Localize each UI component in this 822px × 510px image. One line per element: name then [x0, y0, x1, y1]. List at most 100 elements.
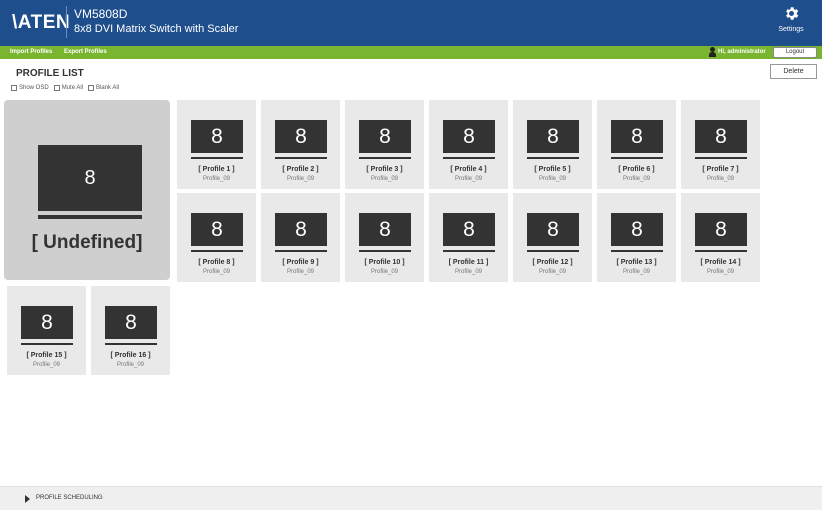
toolbar: Import Profiles Export Profiles Hi, admi…: [0, 46, 822, 59]
monitor-icon: 8: [527, 213, 579, 246]
monitor-number: 8: [631, 124, 643, 148]
monitor-stand: [191, 157, 243, 159]
profile-scheduling-label: PROFILE SCHEDULING: [36, 495, 103, 501]
monitor-number: 8: [715, 217, 727, 241]
mute-all-checkbox[interactable]: Mute All: [53, 85, 84, 91]
profile-name: [ Undefined]: [31, 232, 143, 253]
checkbox-box[interactable]: [88, 85, 95, 91]
monitor-number: 8: [547, 217, 559, 241]
profile-card-5[interactable]: 8 [ Profile 5 ] Profile_09: [513, 100, 592, 189]
profile-card-16[interactable]: 8 [ Profile 16 ] Profile_09: [91, 286, 170, 375]
monitor-stand: [527, 250, 579, 252]
profile-name: [ Profile 7 ]: [702, 166, 739, 173]
monitor-icon: 8: [191, 213, 243, 246]
monitor-number: 8: [715, 124, 727, 148]
page: \ATEN VM5808D 8x8 DVI Matrix Switch with…: [0, 0, 822, 510]
monitor-icon: 8: [359, 120, 411, 153]
aten-logo: \ATEN: [12, 12, 71, 33]
logout-button[interactable]: Logout: [773, 47, 817, 58]
profile-subtitle: Profile_09: [538, 269, 567, 275]
profile-name: [ Profile 13 ]: [616, 259, 657, 266]
monitor-stand: [21, 343, 73, 345]
profile-subtitle: Profile_09: [706, 269, 735, 275]
monitor-icon: 8: [275, 120, 327, 153]
profile-card-7[interactable]: 8 [ Profile 7 ] Profile_09: [681, 100, 760, 189]
profile-card-12[interactable]: 8 [ Profile 12 ] Profile_09: [513, 193, 592, 282]
checkbox-label: Mute All: [61, 85, 84, 91]
profile-card-3[interactable]: 8 [ Profile 3 ] Profile_09: [345, 100, 424, 189]
monitor-number: 8: [84, 166, 96, 189]
profile-name: [ Profile 9 ]: [282, 259, 319, 266]
monitor-stand: [359, 250, 411, 252]
profile-name: [ Profile 11 ]: [448, 259, 489, 266]
monitor-stand: [695, 157, 747, 159]
monitor-number: 8: [463, 217, 475, 241]
monitor-stand: [275, 250, 327, 252]
settings-label: Settings: [778, 26, 804, 33]
monitor-number: 8: [41, 310, 53, 334]
checkbox-box[interactable]: [53, 85, 60, 91]
profile-subtitle: Profile_09: [538, 176, 567, 182]
profile-name: [ Profile 12 ]: [532, 259, 573, 266]
user-greeting: Hi, administrator: [718, 49, 766, 55]
gear-icon: [785, 7, 798, 20]
monitor-icon: 8: [611, 120, 663, 153]
profile-card-1[interactable]: 8 [ Profile 1 ] Profile_09: [177, 100, 256, 189]
user-icon: [709, 47, 716, 57]
show-osd-checkbox[interactable]: Show OSD: [11, 85, 49, 91]
monitor-number: 8: [295, 124, 307, 148]
page-title: PROFILE LIST: [16, 68, 84, 79]
monitor-stand: [359, 157, 411, 159]
profile-name: [ Profile 1 ]: [198, 166, 235, 173]
settings-button[interactable]: Settings: [774, 5, 808, 33]
monitor-number: 8: [631, 217, 643, 241]
profile-card-14[interactable]: 8 [ Profile 14 ] Profile_09: [681, 193, 760, 282]
triangle-right-icon: [25, 495, 30, 503]
profile-card-13[interactable]: 8 [ Profile 13 ] Profile_09: [597, 193, 676, 282]
profile-name: [ Profile 16 ]: [110, 352, 151, 359]
monitor-number: 8: [295, 217, 307, 241]
monitor-stand: [443, 157, 495, 159]
delete-button[interactable]: Delete: [770, 64, 817, 79]
profile-name: [ Profile 2 ]: [282, 166, 319, 173]
profile-card-15[interactable]: 8 [ Profile 15 ] Profile_09: [7, 286, 86, 375]
profile-card-8[interactable]: 8 [ Profile 8 ] Profile_09: [177, 193, 256, 282]
monitor-number: 8: [379, 124, 391, 148]
profile-subtitle: Profile_09: [202, 176, 231, 182]
monitor-icon: 8: [695, 120, 747, 153]
profile-subtitle: Profile_09: [454, 176, 483, 182]
profile-card-2[interactable]: 8 [ Profile 2 ] Profile_09: [261, 100, 340, 189]
blank-all-checkbox[interactable]: Blank All: [88, 85, 119, 91]
profile-name: [ Profile 5 ]: [534, 166, 571, 173]
profile-name: [ Profile 10 ]: [364, 259, 405, 266]
checkbox-box[interactable]: [11, 85, 17, 91]
profile-card-9[interactable]: 8 [ Profile 9 ] Profile_09: [261, 193, 340, 282]
profile-card-11[interactable]: 8 [ Profile 11 ] Profile_09: [429, 193, 508, 282]
profile-name: [ Profile 15 ]: [26, 352, 67, 359]
import-profiles-link[interactable]: Import Profiles: [10, 49, 52, 55]
monitor-stand: [695, 250, 747, 252]
profile-subtitle: Profile_09: [286, 176, 315, 182]
monitor-icon: 8: [695, 213, 747, 246]
profile-subtitle: Profile_09: [622, 176, 651, 182]
profile-scheduling-toggle[interactable]: PROFILE SCHEDULING: [0, 486, 822, 510]
export-profiles-link[interactable]: Export Profiles: [64, 49, 107, 55]
monitor-icon: 8: [191, 120, 243, 153]
profile-name: [ Profile 8 ]: [198, 259, 235, 266]
monitor-number: 8: [125, 310, 137, 334]
monitor-stand: [191, 250, 243, 252]
monitor-icon: 8: [359, 213, 411, 246]
profile-subtitle: Profile_09: [370, 269, 399, 275]
monitor-stand: [275, 157, 327, 159]
device-subtitle: 8x8 DVI Matrix Switch with Scaler: [74, 23, 239, 35]
undefined-profile-card[interactable]: 8 [ Undefined]: [4, 100, 170, 280]
profile-card-4[interactable]: 8 [ Profile 4 ] Profile_09: [429, 100, 508, 189]
header-divider: [66, 6, 67, 38]
monitor-stand: [443, 250, 495, 252]
monitor-stand: [105, 343, 157, 345]
profile-card-10[interactable]: 8 [ Profile 10 ] Profile_09: [345, 193, 424, 282]
profile-name: [ Profile 3 ]: [366, 166, 403, 173]
monitor-icon: 8: [105, 306, 157, 339]
profile-card-6[interactable]: 8 [ Profile 6 ] Profile_09: [597, 100, 676, 189]
profile-name: [ Profile 6 ]: [618, 166, 655, 173]
